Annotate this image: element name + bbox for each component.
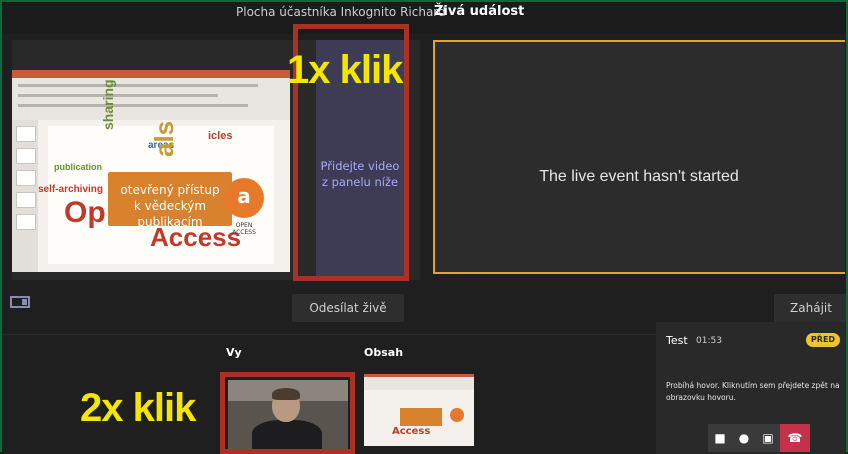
source-label-you: Vy	[226, 346, 242, 359]
highlight-box-video	[220, 372, 355, 454]
top-header: Plocha účastníka Inkognito Richard Živá …	[0, 0, 848, 34]
share-screen-icon[interactable]: ▣	[756, 424, 780, 452]
status-badge: PŘED	[806, 333, 840, 347]
call-controls: ■ ● ▣ ☎	[708, 424, 810, 452]
camera-icon[interactable]: ■	[708, 424, 732, 452]
open-access-label: OPEN ACCESS	[232, 222, 256, 236]
callout-line-1: otevřený přístup	[120, 183, 220, 197]
hang-up-icon[interactable]: ☎	[780, 424, 810, 452]
live-event-panel	[433, 40, 845, 274]
content-thumbnail[interactable]: Access	[364, 374, 474, 446]
powerpoint-ribbon	[12, 70, 290, 120]
source-label-content: Obsah	[364, 346, 404, 359]
live-title: Živá událost	[434, 4, 525, 19]
live-status-message: The live event hasn't started	[539, 168, 739, 185]
microphone-icon[interactable]: ●	[732, 424, 756, 452]
presentation-preview[interactable]: sharing areas als icles publication self…	[12, 70, 290, 272]
open-access-icon: a	[224, 178, 264, 218]
slide-callout: otevřený přístup k vědeckým publikacím	[108, 172, 232, 229]
slide-word-op: Op	[64, 196, 106, 229]
layout-icon[interactable]	[10, 296, 30, 308]
start-button[interactable]: Zahájit	[774, 294, 848, 322]
call-title: Test	[666, 334, 688, 347]
annotation-1x-click: 1x klik	[287, 48, 403, 92]
callout-line-2: k vědeckým publikacím	[133, 199, 207, 229]
call-timer: 01:53	[696, 336, 722, 346]
send-live-button[interactable]: Odesílat živě	[292, 294, 404, 322]
preview-title: Plocha účastníka Inkognito Richard	[236, 5, 446, 19]
content-thumb-word: Access	[392, 426, 431, 437]
slide-thumbnails	[12, 120, 38, 272]
call-return-message[interactable]: Probíhá hovor. Kliknutím sem přejdete zp…	[666, 380, 848, 404]
annotation-2x-click: 2x klik	[80, 386, 196, 430]
